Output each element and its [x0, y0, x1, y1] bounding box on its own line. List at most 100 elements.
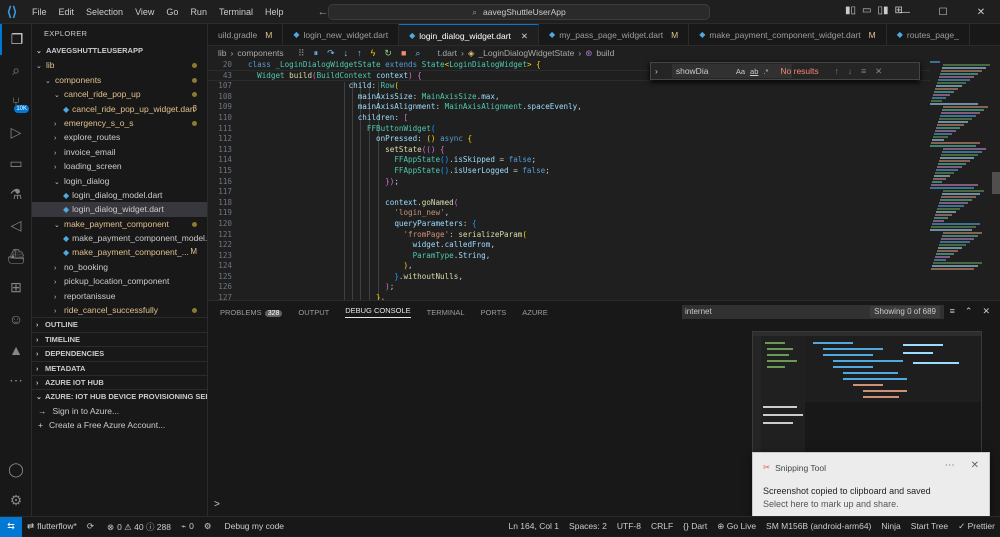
status-item[interactable]: Start Tree	[906, 521, 953, 532]
panel-tab-ports[interactable]: PORTS	[481, 308, 507, 317]
status-item[interactable]: ⊕ Go Live	[712, 521, 761, 532]
editor-tab[interactable]: ◆ make_payment_component_widget.dart M	[689, 24, 887, 45]
back-arrow-icon[interactable]: ←	[317, 6, 328, 18]
search-view-icon[interactable]: ⌕	[0, 55, 32, 86]
folder-row[interactable]: ⌄ cancel_ride_pop_up	[32, 87, 207, 101]
folder-row[interactable]: › pickup_location_component	[32, 274, 207, 288]
console-filter-input[interactable]: internet Showing 0 of 689	[682, 305, 944, 319]
code-editor[interactable]: 20 class _LoginDialogWidgetState extends …	[208, 60, 930, 300]
folder-row[interactable]: › explore_routes	[32, 130, 207, 144]
menu-item-edit[interactable]: Edit	[53, 0, 81, 24]
more-options-icon[interactable]: ⋯	[945, 460, 955, 471]
menu-item-selection[interactable]: Selection	[80, 0, 129, 24]
status-item[interactable]: Debug my code	[219, 521, 289, 533]
regex-icon[interactable]: .*	[763, 67, 768, 76]
menu-item-file[interactable]: File	[26, 0, 53, 24]
status-item[interactable]: ⚙	[199, 521, 220, 533]
menu-item-go[interactable]: Go	[160, 0, 184, 24]
file-row[interactable]: ◆ cancel_ride_pop_up_widget.dart 3	[32, 102, 207, 116]
toggle-replace-icon[interactable]: ›	[655, 66, 658, 76]
folder-row[interactable]: ⌄ components	[32, 73, 207, 87]
inspect-widget-icon[interactable]: ⌕	[415, 48, 420, 59]
menu-item-view[interactable]: View	[129, 0, 160, 24]
folder-row[interactable]: › loading_screen	[32, 159, 207, 173]
folder-row[interactable]: ⌄ login_dialog	[32, 174, 207, 188]
testing-icon[interactable]: ⚗	[0, 179, 32, 210]
close-toast-icon[interactable]: ✕	[971, 460, 979, 471]
explorer-icon[interactable]: ❐	[0, 24, 32, 55]
copilot-icon[interactable]: ☺	[0, 303, 32, 334]
toggle-panel-icon[interactable]: ▭	[862, 5, 871, 16]
folder-row[interactable]: › invoice_email	[32, 145, 207, 159]
console-prompt[interactable]: >	[214, 499, 220, 510]
run-debug-icon[interactable]: ▷	[0, 117, 32, 148]
pause-icon[interactable]: ⏸	[314, 48, 319, 59]
menu-item-run[interactable]: Run	[184, 0, 213, 24]
step-out-icon[interactable]: ↑	[357, 48, 362, 58]
status-item[interactable]: ⌁ 0	[176, 521, 199, 533]
folder-row[interactable]: › reportanissue	[32, 289, 207, 303]
toggle-sidebar-icon[interactable]: ▮▯	[845, 5, 856, 16]
drag-handle-icon[interactable]: ⠿	[298, 48, 305, 59]
editor-tab[interactable]: ◆ routes_page_	[887, 24, 970, 45]
status-item[interactable]: CRLF	[646, 521, 678, 532]
maximize-panel-icon[interactable]: ⌃	[965, 306, 973, 317]
clear-console-icon[interactable]: ≡	[950, 306, 955, 317]
status-item[interactable]: ✓ Prettier	[953, 521, 1000, 532]
extensions-icon[interactable]: ⊞	[0, 272, 32, 303]
folder-row[interactable]: ⌄ lib	[32, 58, 207, 72]
status-item[interactable]: Ln 164, Col 1	[503, 521, 564, 532]
stop-icon[interactable]: ■	[401, 48, 406, 58]
close-tab-icon[interactable]: ✕	[521, 25, 528, 46]
file-row[interactable]: ◆ login_dialog_model.dart	[32, 188, 207, 202]
find-input[interactable]: showDia	[671, 64, 792, 78]
remote-explorer-icon[interactable]: ▭	[0, 148, 32, 179]
remote-indicator-icon[interactable]: ⇆	[0, 516, 22, 537]
breadcrumb-item[interactable]: _LoginDialogWidgetState	[478, 48, 574, 58]
more-icon[interactable]: ⋯	[0, 365, 32, 396]
close-find-icon[interactable]: ✕	[875, 66, 882, 77]
step-into-icon[interactable]: ↓	[344, 48, 349, 58]
status-item[interactable]: {} Dart	[678, 521, 712, 532]
section-header[interactable]: › AZURE IOT HUB	[32, 374, 207, 389]
section-header[interactable]: › DEPENDENCIES	[32, 346, 207, 360]
breadcrumb-item[interactable]: lib	[218, 48, 227, 58]
section-header[interactable]: › OUTLINE	[32, 317, 207, 331]
status-item[interactable]: UTF-8	[612, 521, 646, 532]
status-item[interactable]: ⊗ 0 ⚠ 40 ⓘ 288	[102, 521, 176, 533]
status-item[interactable]: Ninja	[876, 521, 905, 532]
azure-icon[interactable]: ▲	[0, 334, 32, 365]
breadcrumb-item[interactable]: components	[237, 48, 283, 58]
workspace-root[interactable]: ⌄ AAVEGSHUTTLEUSERAPP	[32, 44, 207, 58]
previous-match-icon[interactable]: ↑	[835, 66, 839, 77]
match-case-icon[interactable]: Aa	[736, 67, 745, 76]
settings-gear-icon[interactable]: ⚙	[0, 485, 32, 516]
maximize-icon[interactable]: ☐	[924, 0, 962, 24]
status-item[interactable]: ⇄ flutterflow*	[22, 521, 82, 533]
breadcrumb-item[interactable]: t.dart	[438, 48, 457, 58]
docker-icon[interactable]: ⛴	[0, 241, 32, 272]
status-item[interactable]: SM M156B (android-arm64)	[761, 521, 876, 532]
azure-action[interactable]: + Create a Free Azure Account...	[32, 418, 207, 432]
menu-item-help[interactable]: Help	[259, 0, 290, 24]
azure-action[interactable]: → Sign in to Azure...	[32, 404, 207, 418]
editor-tab[interactable]: ◆ login_dialog_widget.dart ✕	[399, 24, 540, 46]
source-control-icon[interactable]: ⑂ 10K	[0, 86, 32, 117]
menu-item-terminal[interactable]: Terminal	[213, 0, 259, 24]
folder-row[interactable]: ⌄ make_payment_component	[32, 217, 207, 231]
panel-tab-terminal[interactable]: TERMINAL	[427, 308, 465, 317]
editor-scrollbar-thumb[interactable]	[992, 172, 1000, 194]
next-match-icon[interactable]: ↓	[848, 66, 852, 77]
snipping-tool-notification[interactable]: ✂ Snipping Tool ⋯ ✕ Screenshot copied to…	[752, 452, 990, 522]
folder-row[interactable]: › emergency_s_o_s	[32, 116, 207, 130]
panel-tab-azure[interactable]: AZURE	[522, 308, 547, 317]
restart-icon[interactable]: ↻	[384, 48, 392, 59]
editor-tab[interactable]: uild.gradle M	[208, 24, 284, 45]
file-row[interactable]: ◆ make_payment_component_model...	[32, 231, 207, 245]
minimize-icon[interactable]: —	[886, 0, 924, 24]
step-over-icon[interactable]: ↷	[327, 48, 335, 59]
match-word-icon[interactable]: ab	[750, 67, 758, 76]
flutter-icon[interactable]: ◁	[0, 210, 32, 241]
minimap[interactable]	[930, 60, 992, 300]
breadcrumb-item[interactable]: build	[596, 48, 614, 58]
